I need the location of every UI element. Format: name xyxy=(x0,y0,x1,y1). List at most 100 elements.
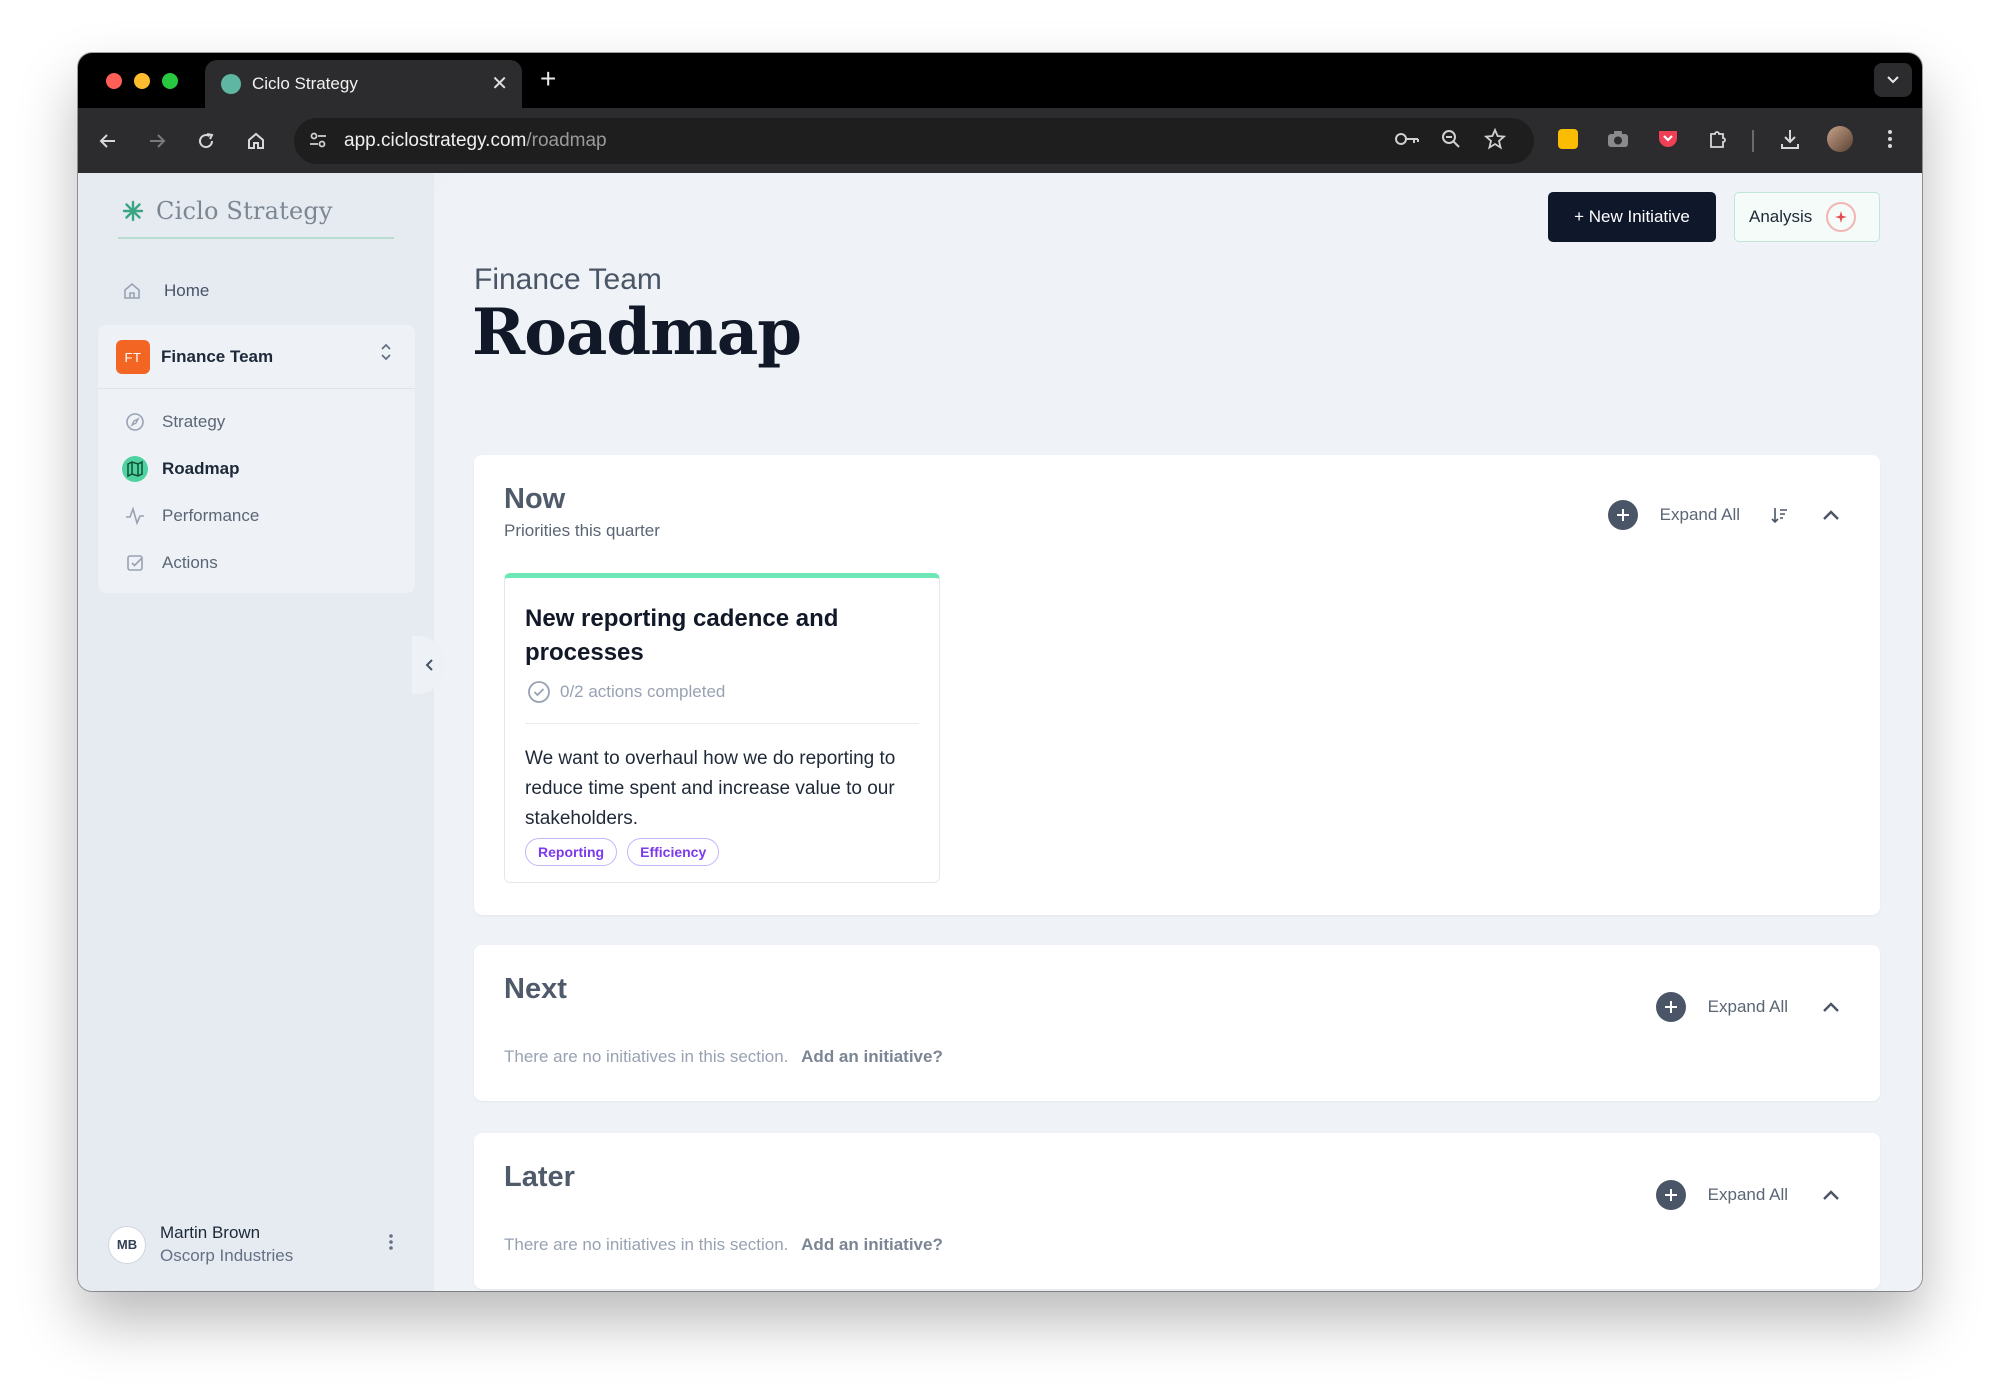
home-icon xyxy=(248,132,264,149)
tab-close-icon[interactable]: ✕ xyxy=(491,71,508,96)
tab-strip: Ciclo Strategy ✕ + xyxy=(78,53,1922,108)
favicon-icon xyxy=(221,74,241,94)
address-bar[interactable]: app.ciclostrategy.com/roadmap xyxy=(294,118,1534,164)
pocket-extension-icon[interactable] xyxy=(1653,124,1683,154)
sidebar-item-label: Performance xyxy=(162,506,260,525)
browser-menu-icon[interactable] xyxy=(1875,124,1905,154)
site-settings-icon[interactable] xyxy=(308,130,328,155)
page-title: Roadmap xyxy=(472,295,802,370)
sidebar-item-performance[interactable]: Performance xyxy=(122,503,259,529)
new-initiative-button[interactable]: + New Initiative xyxy=(1548,192,1716,242)
expand-all-button[interactable]: Expand All xyxy=(1708,1185,1788,1205)
chevron-down-icon xyxy=(1887,76,1899,84)
initiative-description: We want to overhaul how we do reporting … xyxy=(525,748,896,829)
chevron-up-down-icon xyxy=(379,342,393,363)
password-key-icon[interactable] xyxy=(1394,128,1420,156)
expand-all-button[interactable]: Expand All xyxy=(1708,997,1788,1017)
tag[interactable]: Efficiency xyxy=(627,838,720,866)
sidebar-item-label: Roadmap xyxy=(162,459,240,478)
minimize-window-button[interactable] xyxy=(134,73,150,89)
chevron-up-icon[interactable] xyxy=(1822,1001,1840,1013)
section-controls: Expand All xyxy=(1607,500,1840,530)
team-switcher[interactable]: FT Finance Team xyxy=(98,325,415,389)
sidebar-item-roadmap[interactable]: Roadmap xyxy=(122,456,239,482)
user-menu-kebab-icon[interactable] xyxy=(388,1233,394,1251)
arrow-left-icon xyxy=(99,134,115,148)
notes-extension-icon[interactable] xyxy=(1553,124,1583,154)
profile-avatar-icon[interactable] xyxy=(1825,124,1855,154)
new-tab-button[interactable]: + xyxy=(540,65,556,93)
sidebar-item-strategy[interactable]: Strategy xyxy=(122,409,225,435)
add-initiative-button[interactable] xyxy=(1607,500,1638,530)
sidebar: Ciclo Strategy Home FT Finance Team Stra… xyxy=(78,173,434,1291)
avatar: MB xyxy=(108,1225,146,1264)
forward-button[interactable] xyxy=(141,125,173,157)
initiative-title: New reporting cadence and processes xyxy=(525,605,839,666)
expand-all-button[interactable]: Expand All xyxy=(1660,505,1740,525)
section-title: Next xyxy=(504,973,567,1005)
user-name: Martin Brown xyxy=(160,1223,261,1242)
add-initiative-button[interactable] xyxy=(1655,1180,1686,1210)
section-title: Later xyxy=(504,1161,575,1193)
maximize-window-button[interactable] xyxy=(162,73,178,89)
sidebar-item-actions[interactable]: Actions xyxy=(122,550,218,576)
actions-progress: 0/2 actions completed xyxy=(527,680,725,704)
arrow-right-icon xyxy=(150,134,166,148)
downloads-icon[interactable] xyxy=(1775,124,1805,154)
add-initiative-button[interactable] xyxy=(1655,992,1686,1022)
chevron-up-icon[interactable] xyxy=(1822,1189,1840,1201)
home-button[interactable] xyxy=(240,125,272,157)
page-subtitle: Finance Team xyxy=(474,263,662,296)
reload-button[interactable] xyxy=(190,125,222,157)
extensions-puzzle-icon[interactable] xyxy=(1703,124,1733,154)
add-initiative-link[interactable]: Add an initiative? xyxy=(801,1047,943,1066)
section-later: Later Expand All There are no initiative… xyxy=(474,1133,1880,1289)
initiative-card[interactable]: New reporting cadence and processes 0/2 … xyxy=(504,573,940,883)
sidebar-item-label: Actions xyxy=(162,553,218,572)
team-badge: FT xyxy=(116,340,150,374)
browser-tab[interactable]: Ciclo Strategy ✕ xyxy=(205,60,522,108)
empty-state: There are no initiatives in this section… xyxy=(504,1235,943,1255)
user-profile[interactable]: MB Martin Brown Oscorp Industries xyxy=(108,1223,293,1266)
home-icon xyxy=(124,282,140,299)
map-icon xyxy=(122,456,148,482)
section-controls: Expand All xyxy=(1655,992,1840,1022)
chevron-left-icon xyxy=(425,659,433,671)
window-controls xyxy=(106,73,178,89)
tag-list: Reporting Efficiency xyxy=(525,838,720,866)
reload-icon xyxy=(199,133,214,149)
sidebar-item-label: Home xyxy=(164,281,210,300)
sparkle-icon xyxy=(1826,202,1857,232)
team-section: FT Finance Team Strategy Roadmap Perform… xyxy=(98,325,415,593)
brand-logo[interactable]: Ciclo Strategy xyxy=(122,197,333,225)
section-title: Now xyxy=(504,483,566,515)
check-circle-icon xyxy=(528,681,550,703)
sort-icon[interactable] xyxy=(1770,506,1788,524)
tag[interactable]: Reporting xyxy=(525,838,618,866)
bookmark-star-icon[interactable] xyxy=(1483,127,1507,156)
close-window-button[interactable] xyxy=(106,73,122,89)
sidebar-item-home[interactable]: Home xyxy=(122,281,209,301)
plus-icon xyxy=(1664,1189,1677,1201)
browser-window: Ciclo Strategy ✕ + app.ciclostrategy.com… xyxy=(78,53,1922,1291)
tab-search-button[interactable] xyxy=(1874,63,1912,97)
plus-icon xyxy=(1616,509,1629,521)
analysis-button[interactable]: Analysis xyxy=(1734,192,1880,242)
analysis-label: Analysis xyxy=(1749,207,1813,226)
back-button[interactable] xyxy=(92,125,124,157)
url-path: /roadmap xyxy=(526,130,607,151)
toolbar-divider xyxy=(1752,130,1754,152)
chevron-up-icon[interactable] xyxy=(1822,509,1840,521)
add-initiative-link[interactable]: Add an initiative? xyxy=(801,1235,943,1254)
url-host: app.ciclostrategy.com xyxy=(344,130,527,151)
brand-name: Ciclo Strategy xyxy=(156,197,333,225)
section-controls: Expand All xyxy=(1655,1180,1840,1210)
activity-icon xyxy=(122,503,148,529)
camera-extension-icon[interactable] xyxy=(1603,124,1633,154)
url-text: app.ciclostrategy.com/roadmap xyxy=(344,130,607,152)
user-info: Martin Brown Oscorp Industries xyxy=(160,1223,293,1266)
ciclo-logo-icon xyxy=(122,200,144,222)
zoom-icon[interactable] xyxy=(1440,128,1462,156)
empty-state-text: There are no initiatives in this section… xyxy=(504,1047,789,1066)
plus-icon xyxy=(1664,1001,1677,1013)
